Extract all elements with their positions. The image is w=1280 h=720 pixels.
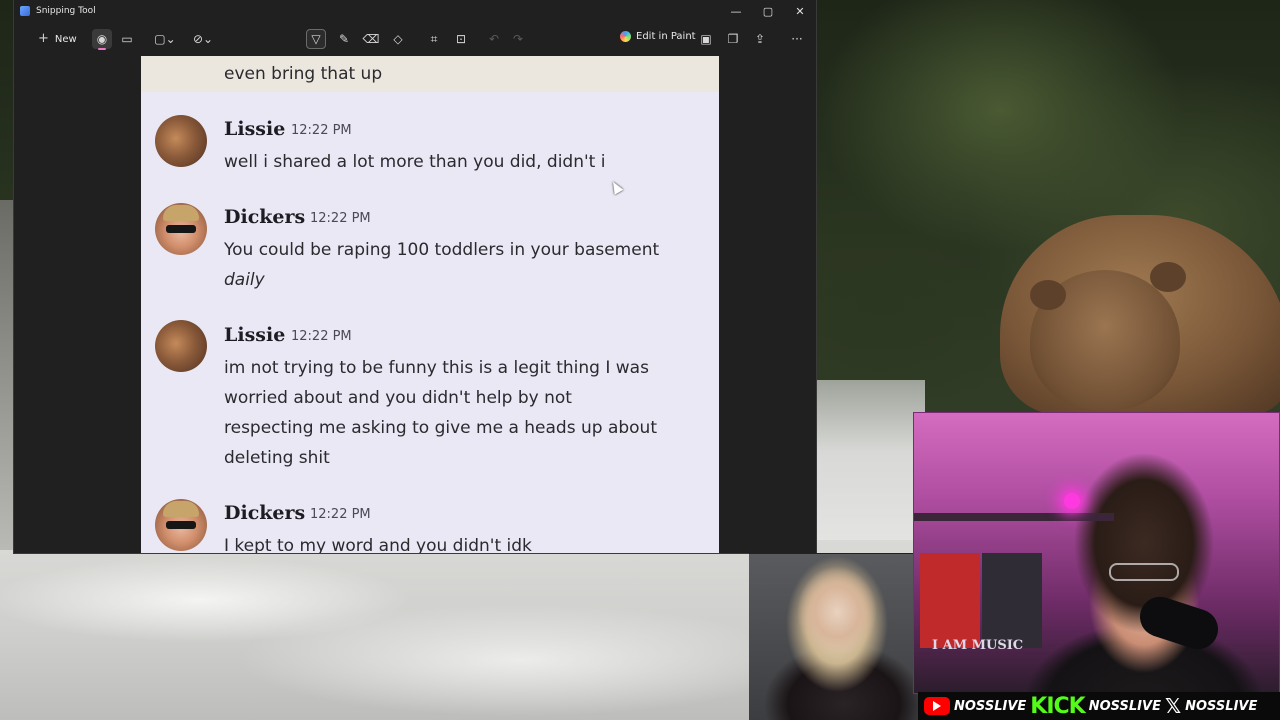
snipping-tool-app-icon	[20, 6, 30, 16]
chat-line: well i shared a lot more than you did, d…	[224, 152, 606, 172]
title-bar: Snipping Tool — ▢ ✕	[14, 0, 816, 22]
avatar	[155, 499, 207, 551]
message-timestamp: 12:22 PM	[291, 329, 352, 344]
i-am-music-sign: I AM MUSIC	[932, 638, 1024, 653]
glasses	[1109, 563, 1179, 581]
share-icon[interactable]: ⇪	[750, 29, 770, 49]
message-timestamp: 12:22 PM	[310, 211, 371, 226]
plus-icon: +	[38, 31, 49, 46]
edit-in-paint-label: Edit in Paint	[636, 31, 696, 42]
youtube-icon	[924, 697, 950, 715]
chat-line-italic: daily	[224, 270, 265, 290]
record-sleeve	[982, 553, 1042, 648]
undo-icon[interactable]: ↶	[484, 29, 504, 49]
social-handles-bar: NOSSLIVE KICK NOSSLIVE 𝕏 NOSSLIVE	[918, 692, 1280, 720]
message-author: Dickers	[224, 206, 306, 228]
crop-icon[interactable]: ⌗	[424, 29, 444, 49]
save-icon[interactable]: ▣	[696, 29, 716, 49]
new-snip-button[interactable]: + New	[30, 31, 85, 48]
snip-canvas: even bring that up Lissie 12:22 PM well …	[14, 56, 816, 553]
toolbar: + New ◉ ▭ ▢⌄ ⊘⌄ ▽ ✎ ⌫ ◇ ⌗ ⊡ ↶ ↷ Edit in …	[14, 22, 816, 56]
chat-line: deleting shit	[224, 448, 330, 468]
record-sleeve	[920, 553, 980, 648]
x-logo-icon: 𝕏	[1164, 694, 1182, 718]
text-actions-icon[interactable]: ⊡	[451, 29, 471, 49]
redo-icon[interactable]: ↷	[508, 29, 528, 49]
neon-light	[1064, 493, 1080, 509]
eraser-icon[interactable]: ⌫	[361, 29, 381, 49]
x-handle: NOSSLIVE	[1185, 698, 1258, 714]
paint-icon	[620, 31, 631, 42]
webcam-secondary	[749, 553, 919, 720]
camera-mode-icon[interactable]: ◉	[92, 29, 112, 50]
avatar	[155, 115, 207, 167]
edit-in-paint-button[interactable]: Edit in Paint	[620, 31, 696, 42]
chat-line: worried about and you didn't help by not	[224, 388, 572, 408]
chat-line: I kept to my word and you didn't idk	[224, 536, 532, 553]
snip-shape-dropdown-icon[interactable]: ▢⌄	[152, 29, 178, 49]
message-author: Lissie	[224, 324, 286, 346]
close-button[interactable]: ✕	[784, 0, 816, 22]
chat-line: You could be raping 100 toddlers in your…	[224, 240, 660, 260]
message-author: Dickers	[224, 502, 306, 524]
mouse-cursor-icon	[608, 179, 624, 195]
highlighter-icon[interactable]: ✎	[334, 29, 354, 49]
shapes-icon[interactable]: ◇	[388, 29, 408, 49]
avatar	[155, 320, 207, 372]
minimize-button[interactable]: —	[720, 0, 752, 22]
microphone	[1134, 591, 1224, 655]
bear-ear-image	[1030, 280, 1066, 310]
bear-ear-image	[1150, 262, 1186, 292]
shelf	[914, 513, 1114, 521]
message-timestamp: 12:22 PM	[310, 507, 371, 522]
video-mode-icon[interactable]: ▭	[117, 29, 137, 49]
delay-timer-dropdown-icon[interactable]: ⊘⌄	[190, 29, 216, 49]
kick-logo-icon: KICK	[1030, 693, 1085, 719]
youtube-handle: NOSSLIVE	[954, 698, 1027, 714]
captured-chat-image: even bring that up Lissie 12:22 PM well …	[141, 56, 719, 553]
snipping-tool-window: Snipping Tool — ▢ ✕ + New ◉ ▭ ▢⌄ ⊘⌄ ▽ ✎ …	[14, 0, 816, 553]
webcam-main: I AM MUSIC	[913, 412, 1280, 694]
waterfall-splash	[815, 380, 925, 560]
chat-line: im not trying to be funny this is a legi…	[224, 358, 649, 378]
window-title: Snipping Tool	[36, 6, 96, 16]
more-options-icon[interactable]: ···	[787, 29, 807, 49]
maximize-button[interactable]: ▢	[752, 0, 784, 22]
ballpoint-pen-icon[interactable]: ▽	[306, 29, 326, 49]
chat-line: respecting me asking to give me a heads …	[224, 418, 657, 438]
kick-handle: NOSSLIVE	[1088, 698, 1161, 714]
copy-icon[interactable]: ❐	[723, 29, 743, 49]
message-timestamp: 12:22 PM	[291, 123, 352, 138]
new-label: New	[54, 33, 77, 45]
window-controls: — ▢ ✕	[720, 0, 816, 22]
chat-line: even bring that up	[224, 64, 383, 84]
avatar	[155, 203, 207, 255]
message-author: Lissie	[224, 118, 286, 140]
